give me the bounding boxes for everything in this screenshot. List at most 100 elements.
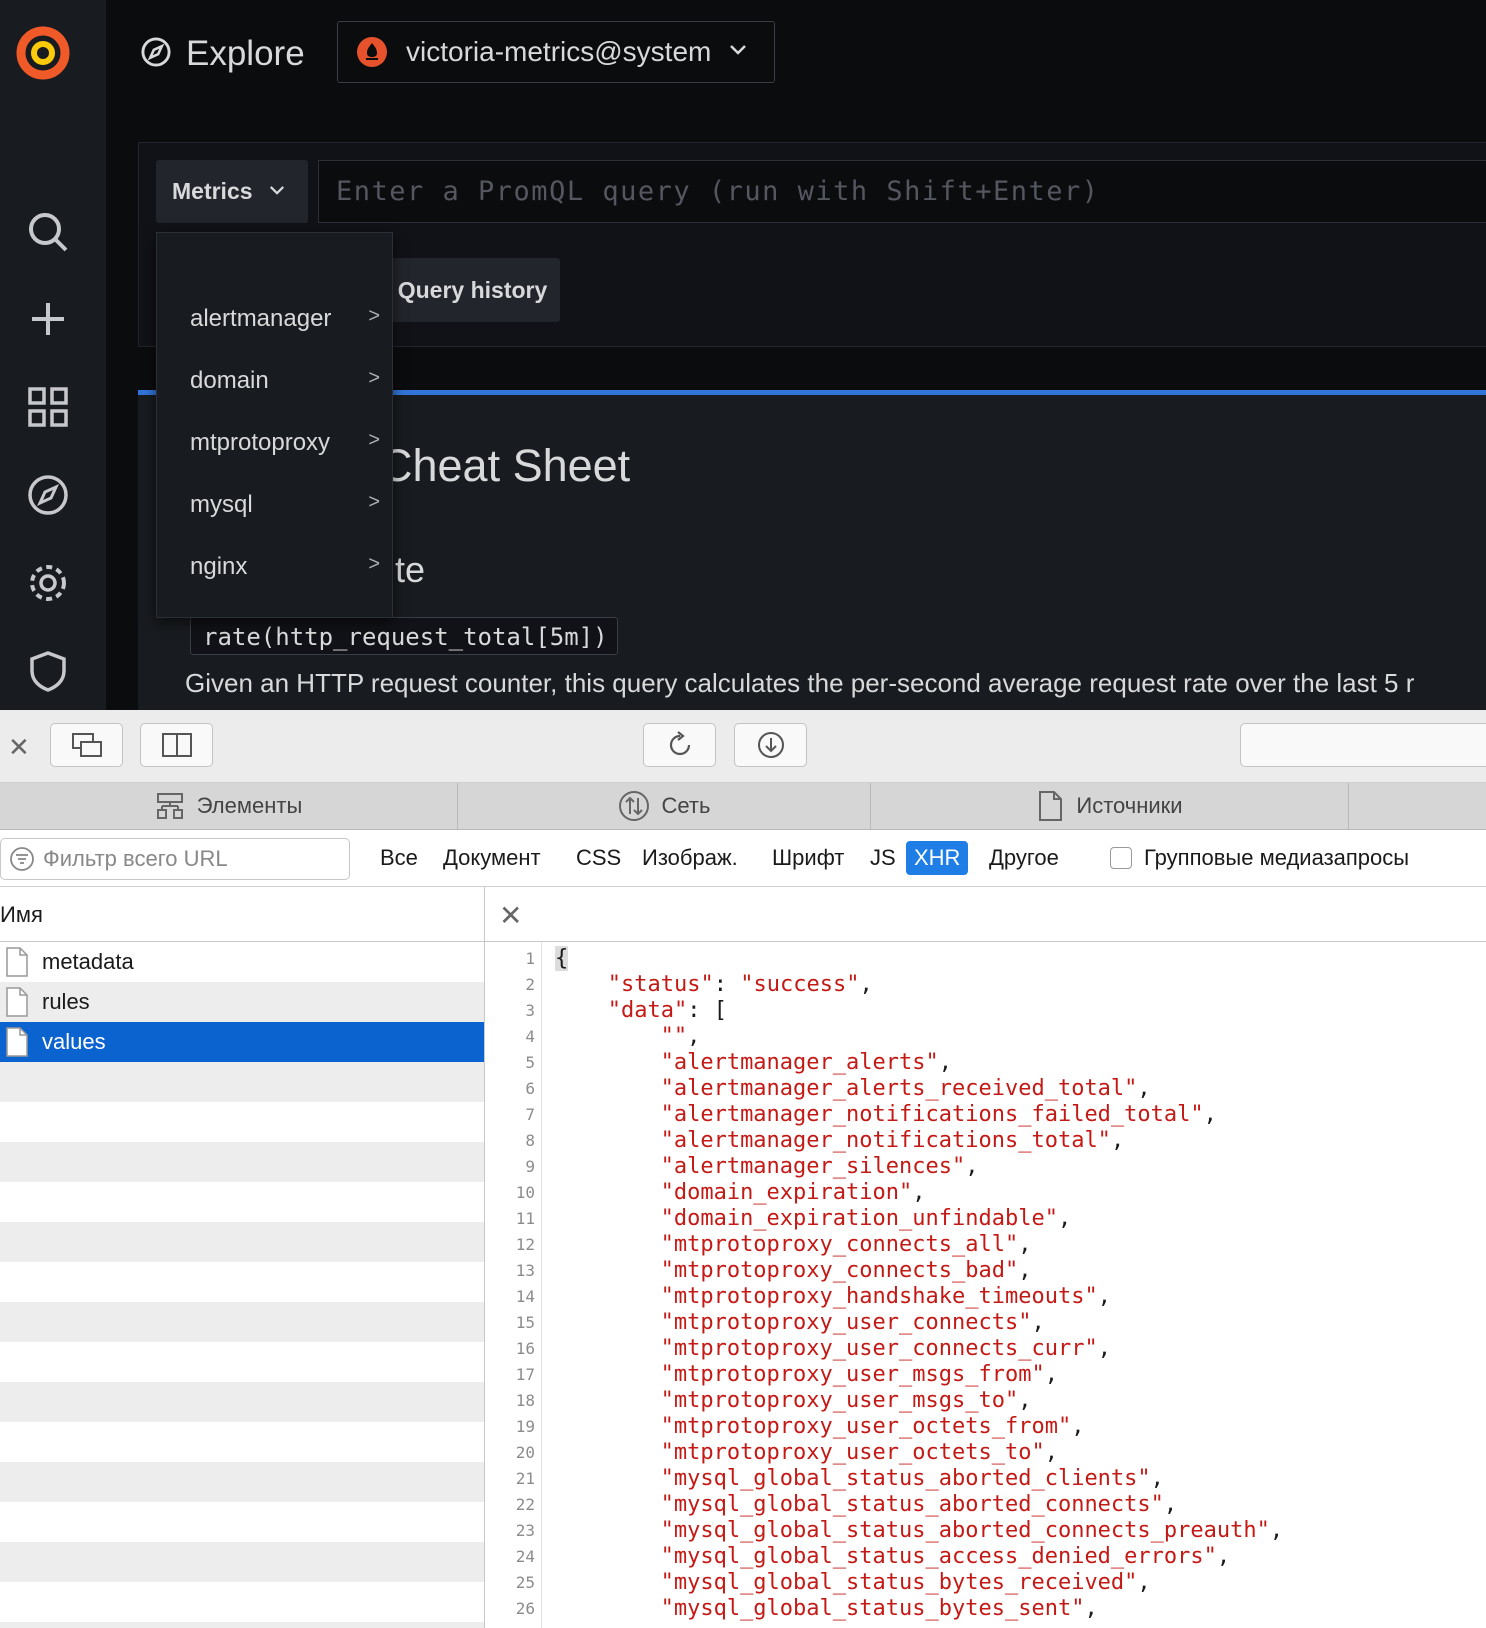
json-punct: , — [1057, 1206, 1072, 1231]
code-text: "mtprotoproxy_user_octets_to", — [661, 1440, 1058, 1466]
code-line: 26 "mysql_global_status_bytes_sent", — [485, 1596, 1486, 1622]
tab-network[interactable]: Сеть — [458, 783, 871, 829]
json-punct: , — [1084, 1596, 1098, 1621]
file-icon — [6, 987, 28, 1017]
json-punct: , — [1137, 1570, 1151, 1595]
query-history-button[interactable]: Query history — [385, 258, 560, 322]
filter-images[interactable]: Изображ. — [634, 841, 746, 875]
json-punct: , — [1018, 1232, 1032, 1257]
filter-placeholder: Фильтр всего URL — [43, 846, 228, 871]
tab-sources[interactable]: Источники — [871, 783, 1349, 829]
line-number: 20 — [515, 1443, 535, 1462]
gear-icon[interactable] — [26, 561, 70, 605]
filter-document[interactable]: Документ — [435, 841, 549, 875]
code-line: 8 "alertmanager_notifications_total", — [485, 1128, 1486, 1154]
tab-elements[interactable]: Элементы — [0, 783, 458, 829]
datasource-picker[interactable]: victoria-metrics@system — [337, 21, 775, 83]
json-string: "success" — [740, 972, 860, 997]
line-number: 12 — [515, 1235, 535, 1254]
filter-fonts[interactable]: Шрифт — [764, 841, 852, 875]
code-text: "status": "success", — [608, 972, 873, 998]
line-number: 1 — [525, 949, 535, 968]
sidebar — [0, 0, 106, 710]
json-string: "mysql_global_status_aborted_clients" — [660, 1466, 1151, 1491]
request-row-rules[interactable]: rules — [0, 982, 484, 1022]
request-row-metadata[interactable]: metadata — [0, 942, 484, 982]
filter-xhr[interactable]: XHR — [906, 841, 969, 875]
checkbox[interactable] — [1110, 847, 1132, 869]
filter-all[interactable]: Все — [372, 841, 426, 875]
json-string: "mtprotoproxy_user_connects" — [660, 1310, 1032, 1335]
chevron-right-icon: > — [368, 367, 380, 389]
close-icon[interactable]: ✕ — [499, 899, 522, 932]
checkbox-label: Групповые медиазапросы — [1144, 845, 1410, 870]
code-line: 11 "domain_expiration_unfindable", — [485, 1206, 1486, 1232]
code-line: 10 "domain_expiration", — [485, 1180, 1486, 1206]
empty-row — [0, 1062, 484, 1102]
chevron-down-icon — [729, 43, 747, 61]
code-text: "mtprotoproxy_user_octets_from", — [661, 1414, 1085, 1440]
page-header: Explore — [140, 30, 305, 78]
metrics-button[interactable]: Metrics — [156, 160, 308, 223]
json-string: "mtprotoproxy_user_msgs_from" — [660, 1362, 1045, 1387]
request-name: rules — [42, 989, 90, 1014]
menu-item-label: mysql — [190, 491, 253, 518]
shield-icon[interactable] — [26, 649, 70, 693]
dashboards-icon[interactable] — [26, 385, 70, 429]
menu-item-nginx[interactable]: nginx > — [190, 553, 380, 581]
line-number: 3 — [525, 1001, 535, 1020]
filter-css[interactable]: CSS — [568, 841, 629, 875]
compass-icon[interactable] — [26, 473, 70, 517]
code-text: { — [555, 946, 569, 972]
group-media-requests-checkbox[interactable]: Групповые медиазапросы — [1110, 845, 1409, 871]
menu-item-mtprotoproxy[interactable]: mtprotoproxy > — [190, 429, 380, 457]
grafana-logo-icon[interactable] — [12, 22, 74, 84]
json-punct: , — [859, 972, 873, 997]
json-punct: , — [1150, 1466, 1164, 1491]
tab-label: Элементы — [196, 793, 303, 818]
code-line: 3 "data": [ — [485, 998, 1486, 1024]
json-string: "alertmanager_silences" — [660, 1154, 966, 1179]
compass-icon — [140, 36, 172, 73]
chevron-right-icon: > — [368, 429, 380, 451]
menu-item-alertmanager[interactable]: alertmanager > — [190, 305, 380, 333]
menu-item-domain[interactable]: domain > — [190, 367, 380, 395]
empty-row — [0, 1582, 484, 1622]
chevron-right-icon: > — [368, 305, 380, 327]
json-punct: , — [1018, 1258, 1032, 1283]
elements-icon — [156, 793, 183, 819]
json-punct: , — [965, 1154, 979, 1179]
search-icon[interactable] — [26, 210, 70, 254]
plus-icon[interactable] — [26, 297, 70, 341]
metrics-dropdown-menu: alertmanager > domain > mtprotoproxy > mysq… — [156, 232, 393, 618]
url-filter-input[interactable]: Фильтр всего URL — [0, 838, 350, 880]
document-icon — [1039, 791, 1063, 821]
line-number: 11 — [515, 1209, 535, 1228]
reload-button[interactable] — [643, 723, 716, 767]
line-number: 13 — [515, 1261, 535, 1280]
filter-js[interactable]: JS — [862, 841, 904, 875]
download-button[interactable] — [734, 723, 807, 767]
json-punct: , — [1097, 1336, 1111, 1361]
code-text: "mysql_global_status_aborted_connects", — [661, 1492, 1178, 1518]
detach-window-button[interactable] — [50, 723, 123, 767]
line-number: 9 — [525, 1157, 535, 1176]
filter-other[interactable]: Другое — [981, 841, 1067, 875]
code-text: "data": [ — [608, 998, 727, 1024]
dock-side-button[interactable] — [140, 723, 213, 767]
json-string: "alertmanager_notifications_failed_total… — [660, 1102, 1204, 1127]
name-column-header[interactable]: Имя — [0, 887, 484, 942]
json-string: "mtprotoproxy_user_msgs_to" — [660, 1388, 1019, 1413]
line-number: 4 — [525, 1027, 535, 1046]
menu-item-mysql[interactable]: mysql > — [190, 491, 380, 519]
cheat-sheet-example-query[interactable]: rate(http_request_total[5m]) — [190, 617, 618, 655]
code-line: 24 "mysql_global_status_access_denied_err… — [485, 1544, 1486, 1570]
request-row-values[interactable]: values — [0, 1022, 484, 1062]
code-text: "mysql_global_status_bytes_sent", — [661, 1596, 1098, 1622]
promql-query-input[interactable]: Enter a PromQL query (run with Shift+Ent… — [318, 160, 1486, 223]
code-text: "alertmanager_notifications_total", — [661, 1128, 1125, 1154]
close-icon[interactable]: ✕ — [8, 734, 30, 760]
json-string: "" — [660, 1024, 688, 1049]
code-line: 16 "mtprotoproxy_user_connects_curr", — [485, 1336, 1486, 1362]
request-name: values — [42, 1029, 106, 1054]
